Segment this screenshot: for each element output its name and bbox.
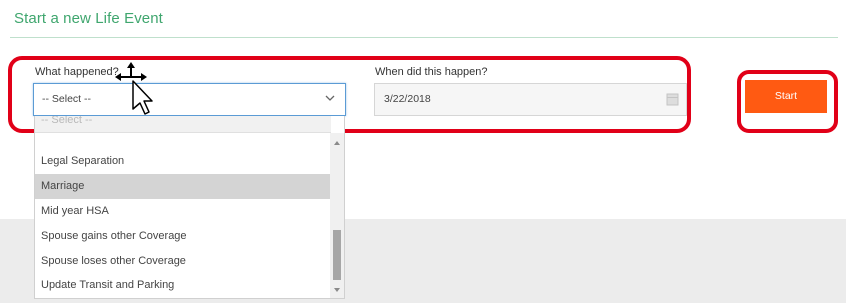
dropdown-option-select[interactable]: -- Select -- — [35, 116, 331, 133]
page-title: Start a new Life Event — [14, 10, 163, 27]
scroll-up-icon[interactable] — [334, 141, 340, 145]
calendar-icon[interactable] — [666, 93, 679, 106]
when-happened-date-field[interactable]: 3/22/2018 — [374, 83, 687, 116]
dropdown-option-mid-year-hsa[interactable]: Mid year HSA — [35, 199, 331, 224]
when-happened-label: When did this happen? — [375, 66, 488, 78]
dropdown-option-marriage[interactable]: Marriage — [35, 174, 331, 199]
dropdown-option-spouse-gains[interactable]: Spouse gains other Coverage — [35, 224, 331, 249]
scrollbar-thumb[interactable] — [333, 230, 341, 280]
what-happened-label: What happened? — [35, 66, 119, 78]
dropdown-option-spouse-loses[interactable]: Spouse loses other Coverage — [35, 249, 331, 274]
dropdown-option-update-transit[interactable]: Update Transit and Parking — [35, 273, 331, 298]
dropdown-scrollbar[interactable] — [330, 133, 344, 298]
scroll-down-icon[interactable] — [334, 288, 340, 292]
what-happened-value: -- Select -- — [42, 93, 92, 105]
chevron-down-icon — [325, 95, 335, 101]
start-button[interactable]: Start — [745, 80, 827, 113]
title-divider — [10, 37, 838, 38]
life-event-dropdown-list[interactable]: -- Select -- Legal Separation Marriage M… — [34, 116, 345, 299]
dropdown-option-legal-separation[interactable]: Legal Separation — [35, 149, 331, 174]
what-happened-select[interactable]: -- Select -- — [33, 83, 346, 116]
when-happened-value: 3/22/2018 — [384, 93, 431, 105]
cursor-arrow-icon — [132, 80, 153, 115]
